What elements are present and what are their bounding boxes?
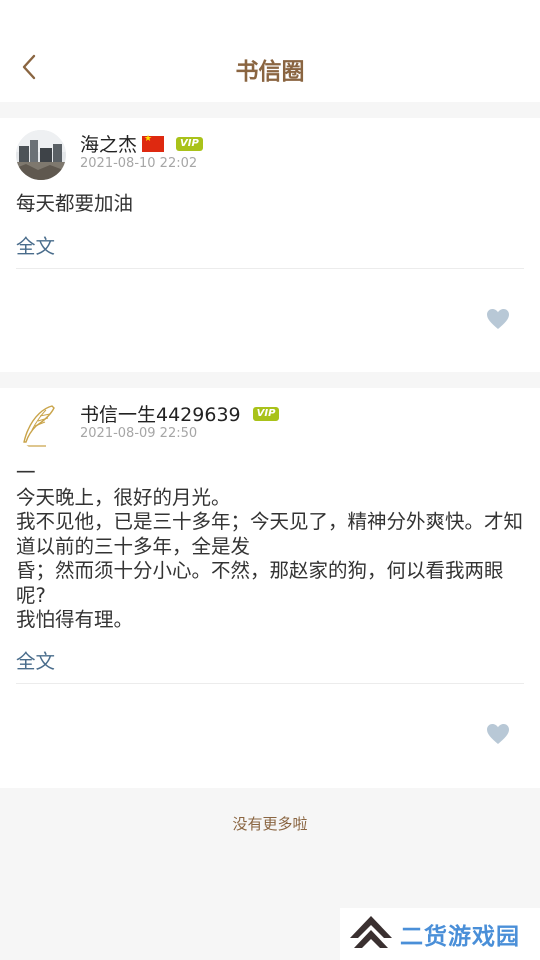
divider	[16, 683, 524, 684]
avatar[interactable]	[16, 400, 66, 450]
post-date: 2021-08-10 22:02	[80, 156, 198, 171]
avatar[interactable]	[16, 130, 66, 180]
heart-icon	[487, 309, 509, 329]
china-flag-icon: ★	[142, 134, 165, 152]
post-content: 一 今天晚上，很好的月光。 我不见他，已是三十多年；今天见了，精神分外爽快。才知…	[16, 461, 524, 631]
username[interactable]: 海之杰 ★ VIP	[80, 130, 203, 157]
watermark-text: 二货游戏园	[400, 924, 520, 950]
fulltext-link[interactable]: 全文	[16, 645, 55, 674]
fulltext-link[interactable]: 全文	[16, 230, 55, 259]
watermark-logo-icon	[350, 916, 392, 948]
like-button[interactable]	[486, 723, 510, 745]
post-content: 每天都要加油	[16, 192, 134, 215]
divider	[16, 268, 524, 269]
vip-badge: VIP	[176, 136, 203, 151]
heart-icon	[487, 724, 509, 744]
post-card: 海之杰 ★ VIP 2021-08-10 22:02 每天都要加油 全文	[0, 118, 540, 372]
page-title: 书信圈	[235, 59, 305, 85]
like-button[interactable]	[486, 308, 510, 330]
no-more-text: 没有更多啦	[232, 815, 308, 833]
watermark: 二货游戏园	[340, 908, 540, 960]
post-date: 2021-08-09 22:50	[80, 426, 198, 441]
post-card: 书信一生4429639 VIP 2021-08-09 22:50 一 今天晚上，…	[0, 388, 540, 788]
vip-badge: VIP	[252, 406, 280, 421]
header: 书信圈	[0, 0, 540, 102]
username[interactable]: 书信一生4429639 VIP	[80, 400, 280, 427]
